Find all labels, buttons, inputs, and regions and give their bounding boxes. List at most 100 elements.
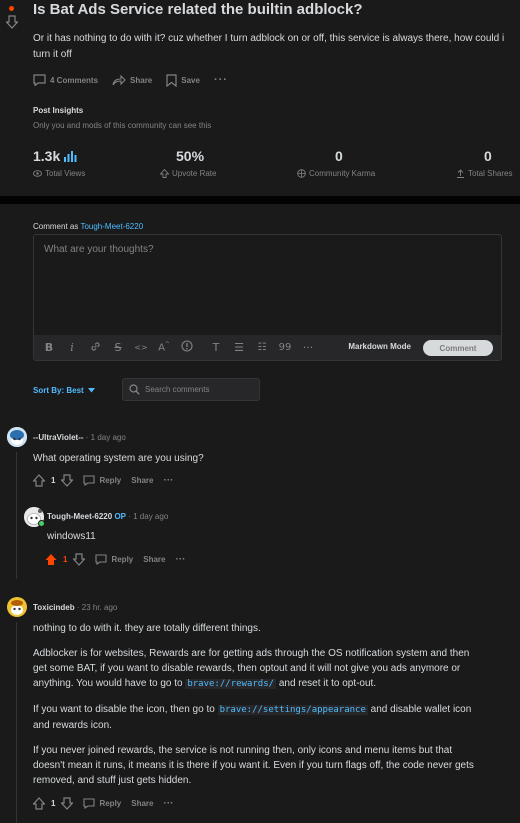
sort-dropdown[interactable]: Sort By: Best: [33, 386, 95, 395]
section-divider: [0, 196, 520, 204]
caret-down-icon: [87, 388, 95, 393]
comment-as-prefix: Comment as: [33, 222, 79, 231]
comment-actions: 1 Reply Share ···: [33, 797, 173, 810]
heading-icon[interactable]: T: [209, 341, 223, 354]
avatar[interactable]: [7, 427, 27, 447]
insights-title: Post Insights: [33, 106, 84, 115]
more-options-icon[interactable]: ···: [163, 475, 173, 486]
upvote-icon[interactable]: [33, 797, 45, 810]
comment-author[interactable]: --UltraViolet--: [33, 433, 84, 442]
share-button[interactable]: Share: [112, 74, 153, 86]
search-comments: [122, 378, 260, 401]
downvote-icon[interactable]: [61, 797, 74, 810]
italic-icon[interactable]: i: [65, 341, 79, 354]
thread-line[interactable]: [16, 622, 17, 823]
stat-label: Total Shares: [468, 169, 513, 178]
stat-community-karma: 0 Community Karma: [297, 148, 375, 178]
comment-editor: B i S <> A^ T ☰ ☷ 99 ··· Markdown Mode C…: [33, 234, 502, 361]
eye-icon: [33, 170, 42, 177]
comment-submit-button[interactable]: Comment: [423, 340, 493, 356]
reply-icon: [83, 798, 96, 809]
sort-label: Sort By: Best: [33, 386, 84, 395]
comments-count: 4 Comments: [50, 75, 99, 85]
more-formatting-icon[interactable]: ···: [301, 341, 315, 354]
spoiler-icon[interactable]: [180, 340, 194, 355]
reply-button[interactable]: Reply: [83, 475, 121, 486]
bold-icon[interactable]: B: [42, 341, 56, 354]
reply-button[interactable]: Reply: [95, 554, 133, 565]
strikethrough-icon[interactable]: S: [111, 341, 125, 354]
paragraph-text: and reset it to opt-out.: [276, 678, 377, 689]
stat-value: 1.3k: [33, 148, 61, 164]
inline-code-icon[interactable]: <>: [134, 343, 148, 352]
thread-line[interactable]: [16, 452, 17, 579]
comment-icon: [33, 74, 46, 86]
comment-textarea[interactable]: [34, 235, 501, 336]
stat-label: Total Views: [45, 169, 86, 178]
more-options-button[interactable]: ···: [214, 74, 228, 86]
share-label: Share: [130, 75, 153, 85]
insights-subtitle: Only you and mods of this community can …: [33, 121, 212, 130]
more-options-icon: ···: [213, 74, 228, 86]
comments-button[interactable]: 4 Comments: [33, 74, 98, 86]
bar-chart-icon: [64, 150, 77, 162]
comment-as-username[interactable]: Tough-Meet-6220: [80, 222, 143, 231]
comment-actions: 1 Reply Share ···: [45, 553, 185, 566]
snoo-avatar-icon: [7, 427, 27, 447]
downvote-icon[interactable]: [5, 15, 19, 29]
comment-author[interactable]: Toxicindeb: [33, 603, 75, 612]
post-vote-column: [5, 6, 20, 34]
more-options-icon[interactable]: ···: [163, 798, 173, 809]
numbered-list-icon[interactable]: ☷: [255, 342, 269, 353]
inline-code: brave://settings/appearance: [217, 705, 368, 715]
stat-upvote-rate: 50% Upvote Rate: [160, 148, 216, 178]
upvote-filled-icon[interactable]: [45, 553, 57, 566]
comment-actions: 1 Reply Share ···: [33, 474, 173, 487]
stat-label: Community Karma: [309, 169, 376, 178]
reply-button[interactable]: Reply: [83, 798, 121, 809]
share-button[interactable]: Share: [131, 476, 153, 485]
karma-icon: [297, 169, 306, 178]
reply-label: Reply: [99, 799, 122, 808]
post-body: Or it has nothing to do with it? cuz whe…: [33, 33, 505, 60]
downvote-icon[interactable]: [61, 474, 74, 487]
post-title: Is Bat Ads Service related the builtin a…: [33, 1, 363, 18]
post-score-indicator: [9, 6, 14, 11]
upvote-icon[interactable]: [33, 474, 45, 487]
comment-paragraph: If you never joined rewards, the service…: [33, 745, 474, 786]
post-actions: 4 Comments Share Save ···: [33, 72, 228, 88]
comment-body: nothing to do with it. they are totally …: [33, 621, 483, 798]
stat-label: Upvote Rate: [172, 169, 217, 178]
inline-code: brave://rewards/: [185, 679, 277, 689]
share-button[interactable]: Share: [143, 555, 165, 564]
comment-meta: --UltraViolet-- · 1 day ago: [33, 433, 126, 442]
paragraph-text: If you want to disable the icon, then go…: [33, 704, 218, 715]
post-container: Is Bat Ads Service related the builtin a…: [0, 0, 520, 196]
formatting-toolbar: B i S <> A^ T ☰ ☷ 99 ··· Markdown Mode C…: [34, 335, 501, 360]
comment-score: 1: [63, 555, 68, 564]
share-button[interactable]: Share: [131, 799, 153, 808]
save-button[interactable]: Save: [166, 73, 200, 87]
quote-block-icon[interactable]: 99: [278, 342, 292, 353]
reply-icon: [83, 475, 96, 486]
save-label: Save: [181, 75, 200, 85]
comment-paragraph: nothing to do with it. they are totally …: [33, 623, 261, 634]
more-options-icon[interactable]: ···: [175, 554, 185, 565]
reply-icon: [95, 554, 108, 565]
avatar[interactable]: [7, 597, 27, 617]
reply-label: Reply: [99, 476, 122, 485]
link-icon[interactable]: [88, 341, 102, 355]
comment-as-label: Comment as Tough-Meet-6220: [33, 222, 143, 231]
search-comments-input[interactable]: [145, 379, 257, 400]
downvote-icon[interactable]: [73, 553, 86, 566]
comment-author[interactable]: Tough-Meet-6220: [47, 512, 112, 521]
comment-score: 1: [51, 799, 56, 808]
comment-time: · 1 day ago: [128, 512, 169, 521]
comment-meta: Toxicindeb · 23 hr. ago: [33, 603, 117, 612]
superscript-icon[interactable]: A^: [157, 341, 171, 353]
share-icon: [112, 74, 126, 85]
search-icon: [129, 384, 140, 395]
markdown-mode-toggle[interactable]: Markdown Mode: [348, 342, 411, 351]
reply-label: Reply: [111, 555, 134, 564]
bulleted-list-icon[interactable]: ☰: [232, 341, 246, 354]
